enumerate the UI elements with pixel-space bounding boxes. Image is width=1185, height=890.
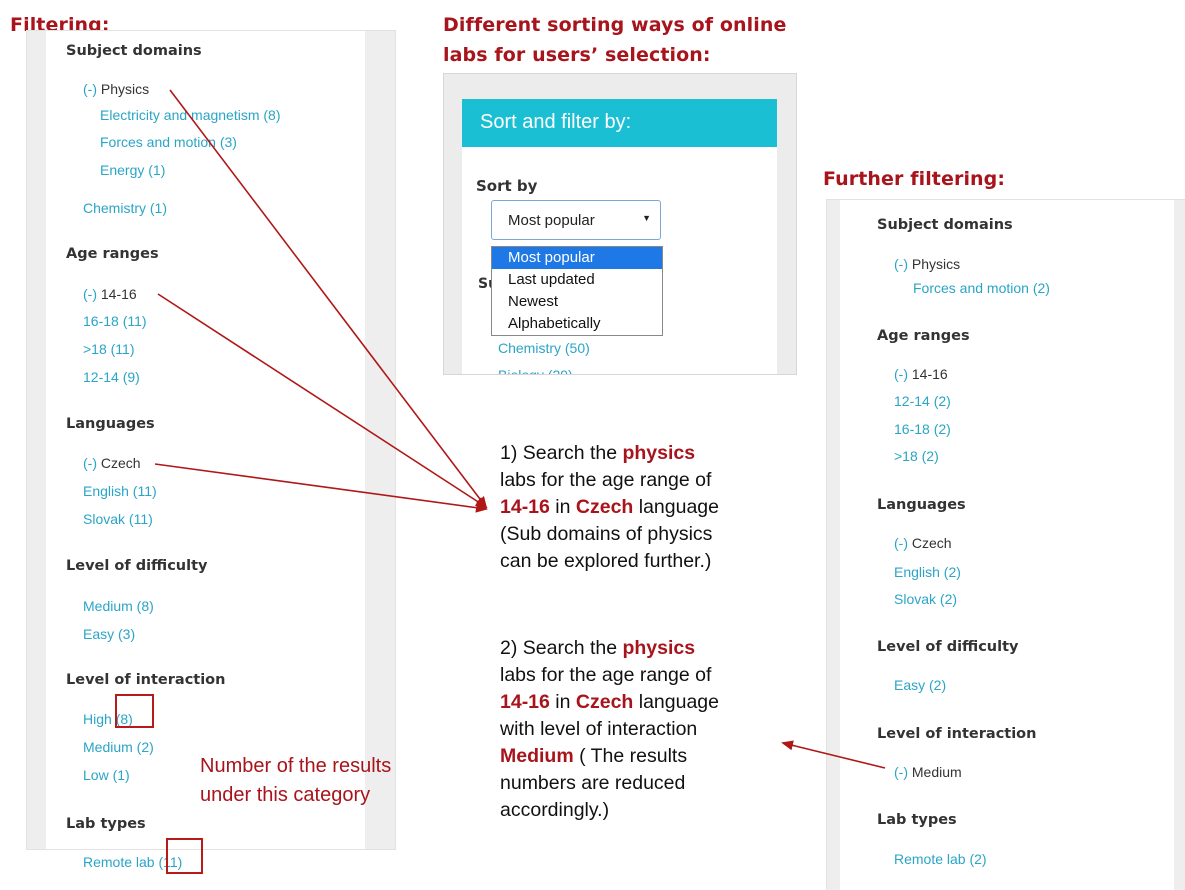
filter-electricity-magnetism[interactable]: Electricity and magnetism (8) bbox=[100, 107, 281, 123]
count-highlight-box bbox=[115, 694, 154, 728]
filter-age-12-14[interactable]: 12-14 (9) bbox=[83, 369, 140, 385]
sort-select[interactable]: Most popular ▼ bbox=[491, 200, 661, 240]
count-highlight-box bbox=[166, 838, 203, 874]
filter-difficulty-easy[interactable]: Easy (2) bbox=[894, 677, 946, 693]
filter-physics-selected[interactable]: (-) Physics bbox=[83, 81, 149, 97]
sort-dropdown-list: Most popular Last updated Newest Alphabe… bbox=[491, 246, 663, 336]
right-filter-panel: Subject domains (-) Physics Forces and m… bbox=[826, 199, 1185, 890]
sort-panel-chemistry[interactable]: Chemistry (50) bbox=[498, 340, 590, 356]
caret-down-icon: ▼ bbox=[642, 213, 651, 223]
languages-header: Languages bbox=[66, 416, 155, 432]
difficulty-header: Level of difficulty bbox=[66, 558, 208, 574]
filter-age-16-18[interactable]: 16-18 (2) bbox=[894, 421, 951, 437]
filter-czech-selected[interactable]: (-) Czech bbox=[83, 455, 141, 471]
filter-interaction-low[interactable]: Low (1) bbox=[83, 767, 130, 783]
sort-option-most-popular[interactable]: Most popular bbox=[492, 247, 662, 269]
filter-czech-selected[interactable]: (-) Czech bbox=[894, 535, 952, 551]
sort-option-newest[interactable]: Newest bbox=[492, 291, 662, 313]
filter-age-18-plus[interactable]: >18 (11) bbox=[83, 341, 135, 357]
filter-slovak[interactable]: Slovak (2) bbox=[894, 591, 957, 607]
filter-interaction-medium-selected[interactable]: (-) Medium bbox=[894, 764, 962, 780]
filter-slovak[interactable]: Slovak (11) bbox=[83, 511, 153, 527]
further-filtering-title: Further filtering: bbox=[823, 168, 1006, 190]
filter-forces-motion[interactable]: Forces and motion (2) bbox=[913, 280, 1050, 296]
filter-forces-motion[interactable]: Forces and motion (3) bbox=[100, 134, 237, 150]
sort-panel: Sort and filter by: Sort by Su Most popu… bbox=[443, 73, 797, 375]
filter-remote-lab[interactable]: Remote lab (2) bbox=[894, 851, 987, 867]
filter-english[interactable]: English (2) bbox=[894, 564, 961, 580]
explanation-1: 1) Search the physics labs for the age r… bbox=[500, 442, 719, 572]
sort-option-last-updated[interactable]: Last updated bbox=[492, 269, 662, 291]
interaction-header: Level of interaction bbox=[66, 672, 226, 688]
results-count-note: Number of the results under this categor… bbox=[200, 755, 392, 806]
filter-difficulty-easy[interactable]: Easy (3) bbox=[83, 626, 135, 642]
lab-types-header: Lab types bbox=[877, 812, 957, 828]
age-ranges-header: Age ranges bbox=[877, 328, 970, 344]
explanation-2: 2) Search the physics labs for the age r… bbox=[500, 637, 719, 821]
filter-age-16-18[interactable]: 16-18 (11) bbox=[83, 313, 147, 329]
filter-physics-selected[interactable]: (-) Physics bbox=[894, 256, 960, 272]
filter-english[interactable]: English (11) bbox=[83, 483, 157, 499]
subject-domains-header: Subject domains bbox=[877, 217, 1013, 233]
age-ranges-header: Age ranges bbox=[66, 246, 159, 262]
filter-energy[interactable]: Energy (1) bbox=[100, 162, 165, 178]
sort-by-label: Sort by bbox=[476, 177, 538, 195]
sort-filter-header: Sort and filter by: bbox=[462, 99, 777, 147]
filter-age-14-16-selected[interactable]: (-) 14-16 bbox=[894, 366, 948, 382]
sorting-title-line2: labs for users’ selection: bbox=[443, 44, 711, 66]
sorting-title-line1: Different sorting ways of online bbox=[443, 14, 787, 36]
filter-age-18-plus[interactable]: >18 (2) bbox=[894, 448, 939, 464]
languages-header: Languages bbox=[877, 497, 966, 513]
filter-age-12-14[interactable]: 12-14 (2) bbox=[894, 393, 951, 409]
filter-interaction-medium[interactable]: Medium (2) bbox=[83, 739, 154, 755]
subject-domains-header: Subject domains bbox=[66, 43, 202, 59]
lab-types-header: Lab types bbox=[66, 816, 146, 832]
left-filter-panel: Subject domains (-) Physics Electricity … bbox=[26, 30, 396, 870]
sort-option-alphabetically[interactable]: Alphabetically bbox=[492, 313, 662, 335]
sort-panel-biology[interactable]: Biology (29) bbox=[498, 367, 573, 374]
filter-chemistry[interactable]: Chemistry (1) bbox=[83, 200, 167, 216]
interaction-header: Level of interaction bbox=[877, 726, 1037, 742]
filter-difficulty-medium[interactable]: Medium (8) bbox=[83, 598, 154, 614]
filter-age-14-16-selected[interactable]: (-) 14-16 bbox=[83, 286, 137, 302]
difficulty-header: Level of difficulty bbox=[877, 639, 1019, 655]
